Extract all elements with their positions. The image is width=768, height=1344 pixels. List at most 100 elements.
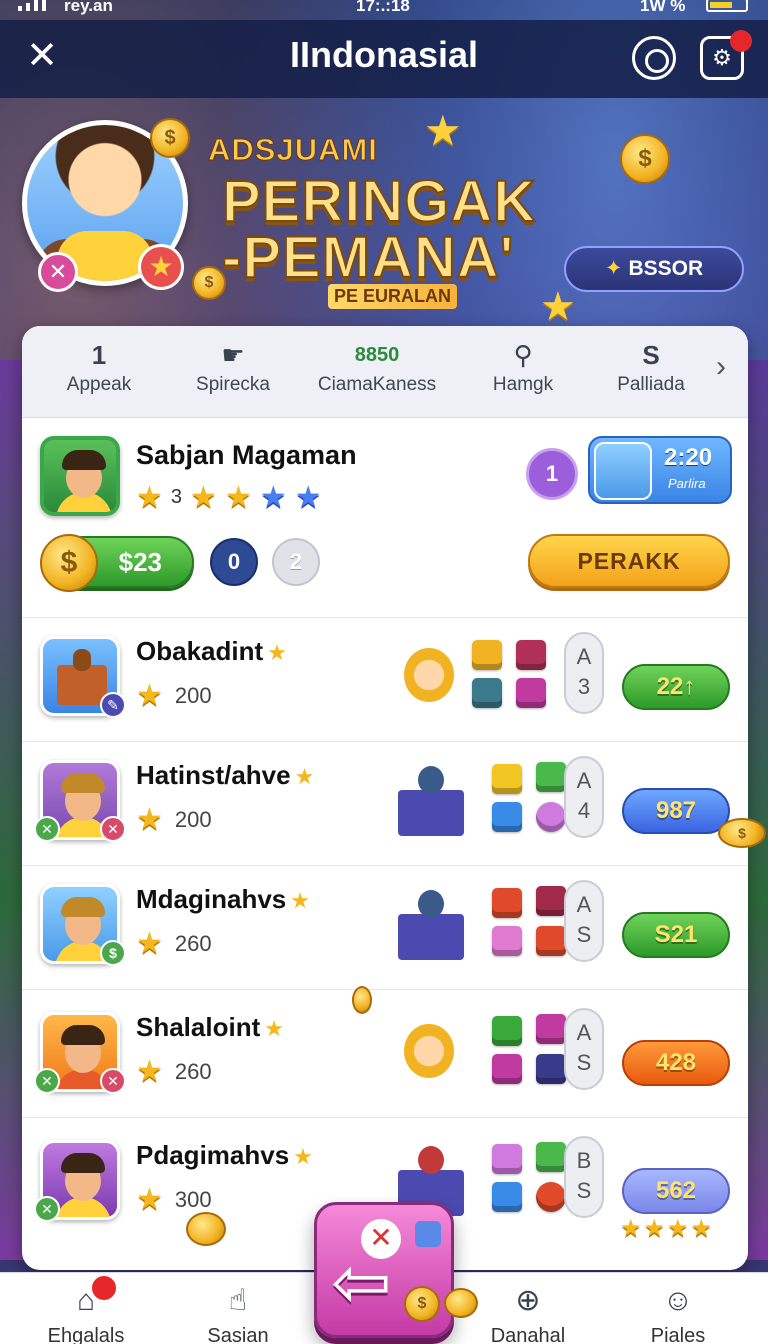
coin-icon (444, 1288, 478, 1318)
coin-icon: $ (150, 118, 190, 158)
player-name: Pdagimahvs ★ (136, 1140, 313, 1171)
cube-icon (536, 762, 566, 792)
avatar (594, 442, 652, 500)
score-value: 260 (174, 1058, 212, 1084)
reward-items (394, 758, 566, 844)
star-icon: ★ (136, 1183, 163, 1216)
rank-number: S (576, 1050, 592, 1075)
cube-icon (492, 1182, 522, 1212)
cube-icon (536, 802, 566, 832)
player-name-text: Mdaginahvs (136, 884, 287, 914)
cube-icon (492, 888, 522, 918)
close-badge-icon: ✕ (100, 816, 126, 842)
star-icon: ★ (259, 481, 287, 514)
tab-label: CiamaKaness (317, 374, 437, 395)
leaderboard-card: 1 Appeak ☛ Spirecka 8850 CiamaKaness ⚲ H… (22, 326, 748, 1270)
star-count: 3 (170, 486, 183, 508)
counter-chip[interactable]: 2 (272, 538, 320, 586)
nav-item-home[interactable]: ⌂ Ehgalals (16, 1281, 156, 1344)
cube-icon (492, 1016, 522, 1046)
tab-appeak[interactable]: 1 Appeak (34, 338, 164, 396)
notification-dot (730, 30, 752, 52)
coin-icon (352, 986, 372, 1014)
star-icon: ★ (136, 1055, 163, 1088)
star-icon: ★ (264, 1016, 284, 1041)
search-icon[interactable] (632, 36, 676, 80)
nav-item-danahal[interactable]: ⊕ Danahal (458, 1281, 598, 1344)
reward-badge[interactable]: 562 (622, 1168, 730, 1214)
check-badge-icon: ✕ (34, 1196, 60, 1222)
claim-button[interactable]: PERAKK (528, 534, 730, 588)
star-icon: ★ (136, 679, 163, 712)
rank-pill: BS (564, 1136, 604, 1218)
player-name: Mdaginahvs ★ (136, 884, 310, 915)
coin-icon: $ (718, 818, 766, 848)
cube-icon (472, 678, 502, 708)
coin-icon: $ (40, 534, 98, 592)
tab-hamgk[interactable]: ⚲ Hamgk (458, 338, 588, 396)
star-icon: ★ (294, 481, 322, 514)
table-row[interactable]: ✕ ✕ Hatinst/ahve ★ ★ 200 A4 987 (22, 742, 748, 866)
cube-icon (536, 886, 566, 916)
reward-badge[interactable]: 987 (622, 788, 730, 834)
rank-pill: A4 (564, 756, 604, 838)
table-row[interactable]: $ Mdaginahvs ★ ★ 260 AS S21 (22, 866, 748, 990)
rank-letter: A (576, 644, 592, 669)
arrow-left-icon: ⇦ (331, 1243, 392, 1323)
score-value: 300 (174, 1186, 212, 1212)
score-value: 200 (174, 682, 212, 708)
battery-icon (706, 0, 748, 12)
table-row[interactable]: ✕ ✕ Shalaloint ★ ★ 260 AS 428 (22, 994, 748, 1118)
leaf-icon: ☛ (221, 340, 245, 370)
avatar[interactable] (40, 436, 120, 516)
chevron-right-icon[interactable]: › (716, 350, 726, 384)
sparkle-icon: ✦ (604, 257, 623, 280)
rank-letter: A (576, 1020, 592, 1045)
money-button[interactable]: $ $23 (40, 534, 194, 592)
featured-player: Sabjan Magaman ★ 3 ★ ★ ★ ★ 1 2:20 Parlir… (22, 418, 748, 618)
coin-icon: $ (404, 1286, 440, 1322)
home-icon: ⌂ (76, 1284, 96, 1317)
nav-item-piales[interactable]: ☺ Piales (608, 1281, 748, 1344)
cube-icon (492, 1144, 522, 1174)
reward-badge[interactable]: 428 (622, 1040, 730, 1086)
carrier-name: rey.an (64, 0, 113, 15)
tab-spirecka[interactable]: ☛ Spirecka (168, 338, 298, 396)
player-name: Hatinst/ahve ★ (136, 760, 314, 791)
player-score: ★ 260 (136, 926, 212, 961)
coin-icon: $ (192, 266, 226, 300)
star-rating: ★ 3 ★ ★ ★ ★ (136, 480, 322, 515)
trend-icon: ⊕ (515, 1284, 541, 1317)
counter-chip[interactable]: 0 (210, 538, 258, 586)
cube-icon (536, 1014, 566, 1044)
timer-box[interactable]: 2:20 Parlira (588, 436, 732, 504)
rank-number: S (576, 1178, 592, 1203)
star-icon: ★ (136, 803, 163, 836)
tab-ciamakaness[interactable]: 8850 CiamaKaness (312, 338, 442, 396)
reward-items (394, 1010, 566, 1096)
chest-icon (394, 890, 464, 962)
player-name: Obakadint ★ (136, 636, 287, 667)
tab-label: Hamgk (492, 374, 554, 395)
cube-icon (492, 802, 522, 832)
nav-label: Danahal (490, 1325, 566, 1344)
star-icon: ★ (190, 481, 217, 514)
rank-letter: A (576, 768, 592, 793)
rank-pill: A3 (564, 632, 604, 714)
star-icon: ★ (224, 481, 252, 514)
reward-badge[interactable]: S21 (622, 912, 730, 958)
banner-headline-line-2: -PEMANA' (221, 225, 515, 290)
star-decoration-icon: ★ (540, 285, 576, 329)
tab-palliada[interactable]: S Palliada (586, 338, 716, 396)
banner-headline: PERINGAK -PEMANA' (221, 169, 552, 290)
banner-action-button[interactable]: ✦ BSSOR (564, 246, 744, 292)
nav-label: Sasian (207, 1325, 269, 1344)
banner-headline-line-1: PERINGAK (221, 169, 537, 234)
table-row[interactable]: ✎ Obakadint ★ ★ 200 A3 22↑ (22, 618, 748, 742)
reward-badge[interactable]: 22↑ (622, 664, 730, 710)
nav-item-sasian[interactable]: ☝ Sasian (168, 1281, 308, 1344)
player-score: ★ 260 (136, 1054, 212, 1089)
rank-pill: AS (564, 880, 604, 962)
profile-icon: ☺ (662, 1284, 694, 1317)
hand-icon: ☝ (228, 1284, 248, 1317)
